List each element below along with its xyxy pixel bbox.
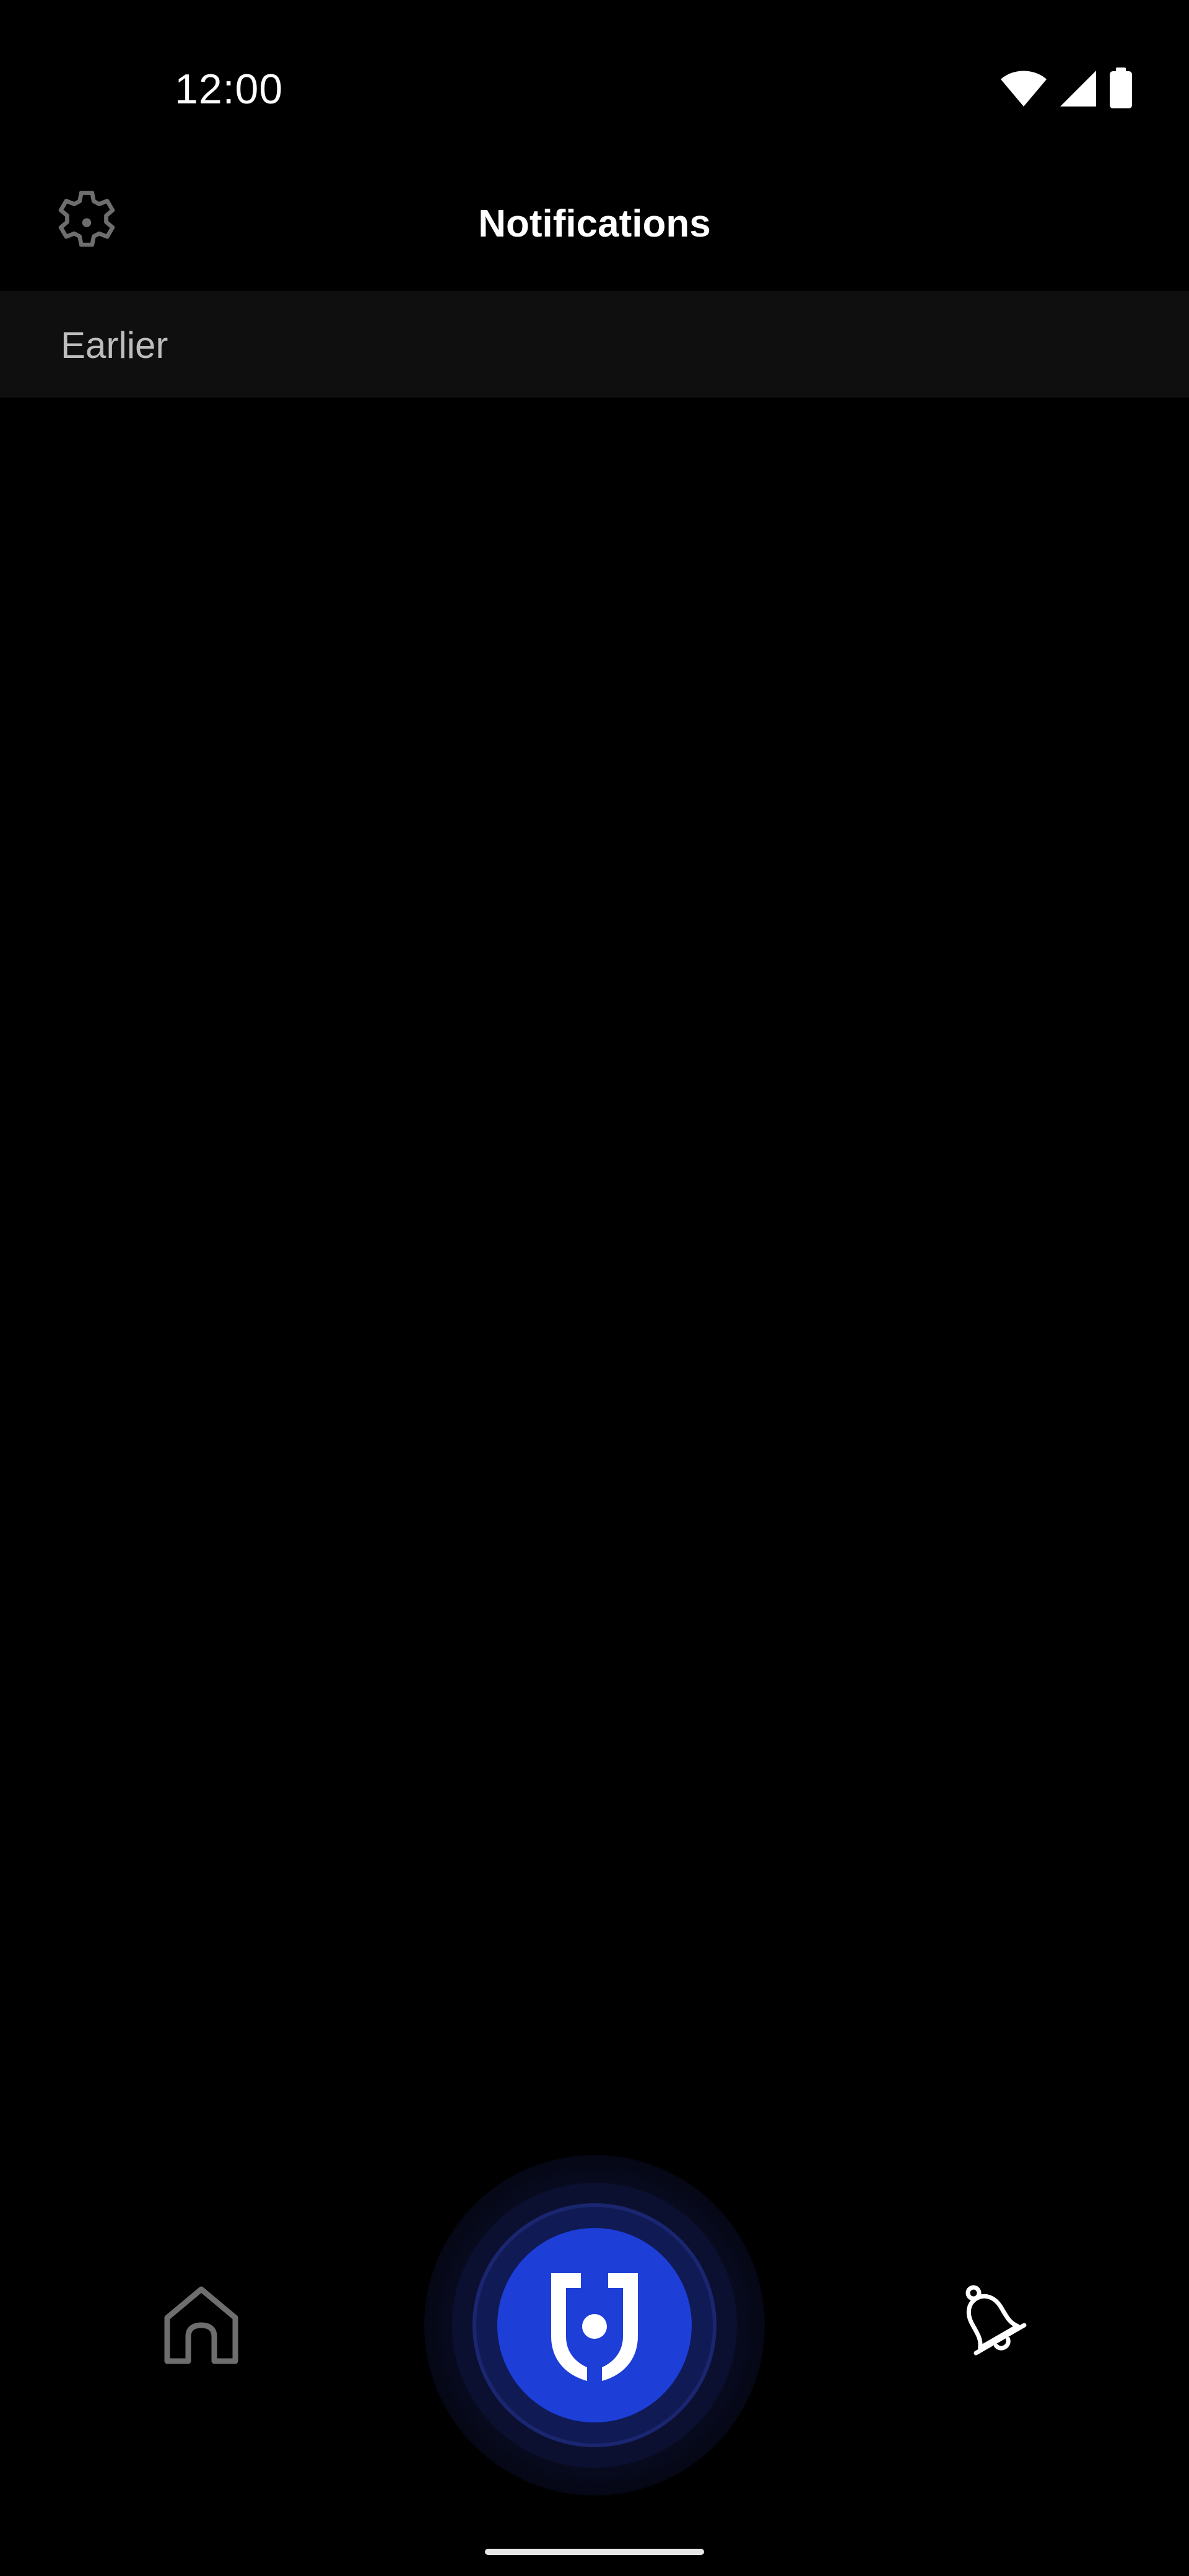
home-indicator[interactable] — [485, 2549, 704, 2555]
battery-icon — [1108, 67, 1133, 110]
cellular-signal-icon — [1059, 69, 1097, 108]
page-title: Notifications — [478, 202, 711, 245]
shield-icon — [545, 2267, 644, 2384]
app-header: Notifications — [0, 180, 1189, 291]
status-bar: 12:00 — [0, 0, 1189, 180]
bell-icon — [949, 2278, 1030, 2367]
status-icons — [1000, 67, 1133, 110]
notification-list — [0, 398, 1189, 2131]
nav-notifications-button[interactable] — [940, 2273, 1039, 2372]
status-time: 12:00 — [175, 66, 284, 113]
home-icon — [162, 2284, 240, 2368]
shield-action-button[interactable] — [497, 2228, 692, 2422]
section-header-earlier: Earlier — [0, 291, 1189, 398]
wifi-icon — [1000, 69, 1048, 108]
nav-home-button[interactable] — [152, 2276, 251, 2375]
section-label: Earlier — [61, 324, 168, 366]
bottom-nav — [0, 2155, 1189, 2514]
